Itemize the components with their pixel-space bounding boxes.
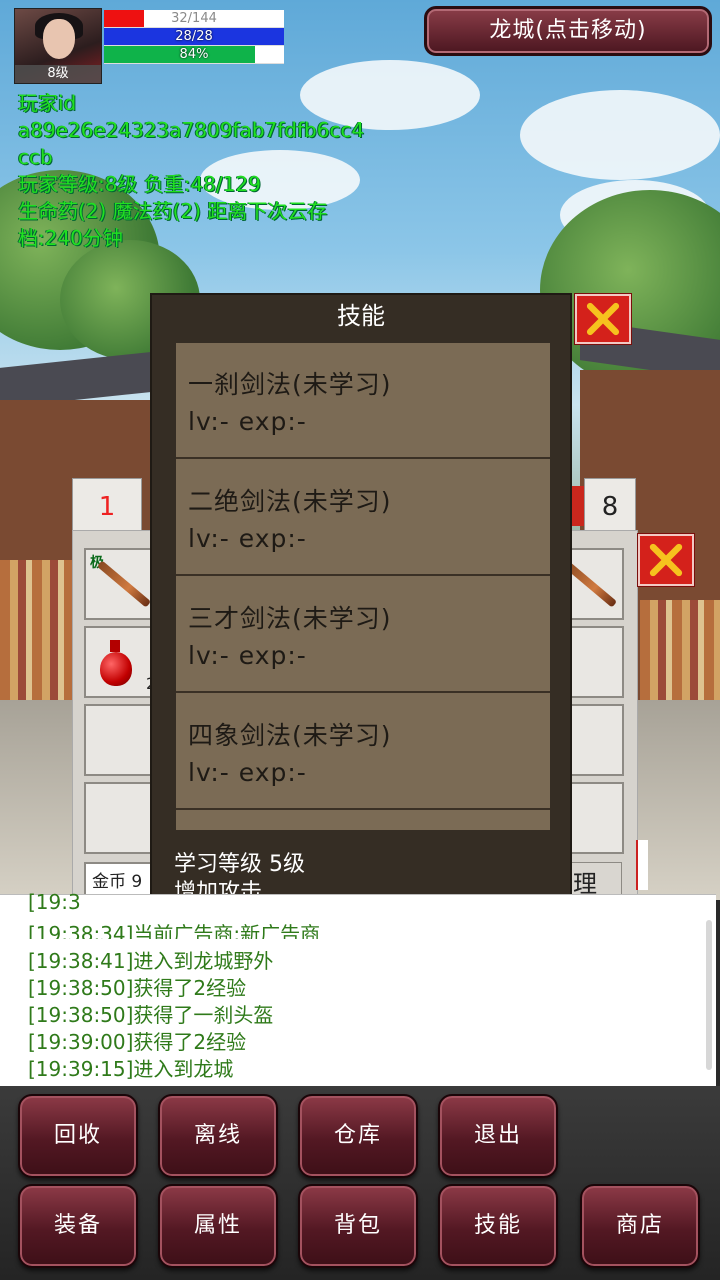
exit-button[interactable]: 退出: [438, 1094, 558, 1178]
close-icon: [586, 302, 620, 336]
player-id-label: 玩家id: [18, 91, 77, 115]
skill-name: 二绝剑法(未学习): [188, 487, 392, 516]
inventory-slot[interactable]: 2: [84, 626, 156, 698]
skill-dialog-title: 技能: [337, 302, 385, 330]
skill-item[interactable]: 三才剑法(未学习) lv:- exp:-: [176, 577, 550, 693]
inventory-slot[interactable]: [84, 704, 154, 776]
skill-dialog-close-button[interactable]: [575, 294, 631, 344]
close-icon: [649, 543, 683, 577]
hp-bar: 32/144: [104, 10, 284, 28]
offline-button[interactable]: 离线: [158, 1094, 278, 1178]
log-line: [19:38:41]进入到龙城野外: [28, 949, 274, 973]
cloud-save-timer: 档:240分钟: [18, 226, 123, 250]
equipment-button[interactable]: 装备: [18, 1184, 138, 1268]
mp-bar: 28/28: [104, 28, 284, 46]
log-scrollbar[interactable]: [706, 920, 712, 1070]
level-badge: 8级: [15, 65, 101, 83]
skill-stats: lv:- exp:-: [188, 407, 307, 436]
log-line: [19:3: [28, 890, 81, 914]
player-id-value: a89e26e24323a7809fab7fdfb6cc4: [18, 118, 365, 142]
skill-name: 四象剑法(未学习): [188, 721, 392, 750]
skill-learn-level: 学习等级 5级: [174, 852, 305, 877]
log-line: [19:39:15]进入到龙城: [28, 1057, 234, 1081]
shop-button[interactable]: 商店: [580, 1184, 700, 1268]
skill-name: 三才剑法(未学习): [188, 604, 392, 633]
warehouse-button[interactable]: 仓库: [298, 1094, 418, 1178]
inventory-tab-8[interactable]: 8: [584, 478, 636, 534]
potion-icon: [100, 652, 132, 686]
exp-text: 84%: [179, 47, 209, 62]
skill-list[interactable]: 一刹剑法(未学习) lv:- exp:- 二绝剑法(未学习) lv:- exp:…: [176, 343, 550, 830]
skill-name: 一刹剑法(未学习): [188, 370, 392, 399]
inventory-slot[interactable]: 极: [84, 548, 154, 620]
player-info: 玩家id a89e26e24323a7809fab7fdfb6cc4 ccb 玩…: [18, 90, 468, 252]
backpack-button[interactable]: 背包: [298, 1184, 418, 1268]
player-level-weight: 玩家等级:8级 负重:48/129: [18, 172, 261, 196]
hp-text: 32/144: [171, 11, 217, 26]
skill-stats: lv:- exp:-: [188, 758, 307, 787]
player-avatar[interactable]: 8级: [14, 8, 102, 84]
skill-item[interactable]: 四象剑法(未学习) lv:- exp:-: [176, 694, 550, 810]
inventory-close-button[interactable]: [638, 534, 694, 586]
status-bars: 32/144 28/28 84%: [104, 10, 284, 64]
inventory-slot[interactable]: [84, 782, 154, 854]
inventory-tab-1[interactable]: 1: [72, 478, 142, 534]
skills-button[interactable]: 技能: [438, 1184, 558, 1268]
attributes-button[interactable]: 属性: [158, 1184, 278, 1268]
log-line: [19:38:50]获得了2经验: [28, 976, 247, 1000]
exp-bar: 84%: [104, 46, 284, 64]
log-line: [19:39:00]获得了2经验: [28, 1030, 247, 1054]
sword-icon: [96, 560, 152, 608]
skill-stats: lv:- exp:-: [188, 524, 307, 553]
map-move-button[interactable]: 龙城(点击移动): [424, 6, 712, 56]
skill-item[interactable]: 一刹剑法(未学习) lv:- exp:-: [176, 343, 550, 459]
skill-dialog: 技能 一刹剑法(未学习) lv:- exp:- 二绝剑法(未学习) lv:- e…: [150, 293, 572, 927]
skill-item[interactable]: 二绝剑法(未学习) lv:- exp:-: [176, 460, 550, 576]
player-id-value-tail: ccb: [18, 145, 53, 169]
recycle-button[interactable]: 回收: [18, 1094, 138, 1178]
mp-text: 28/28: [175, 29, 213, 44]
potions-cloud-save: 生命药(2) 魔法药(2) 距离下次云存: [18, 199, 328, 223]
skill-stats: lv:- exp:-: [188, 641, 307, 670]
log-line: [19:38:50]获得了一刹头盔: [28, 1003, 274, 1027]
side-decoration: [636, 840, 648, 890]
